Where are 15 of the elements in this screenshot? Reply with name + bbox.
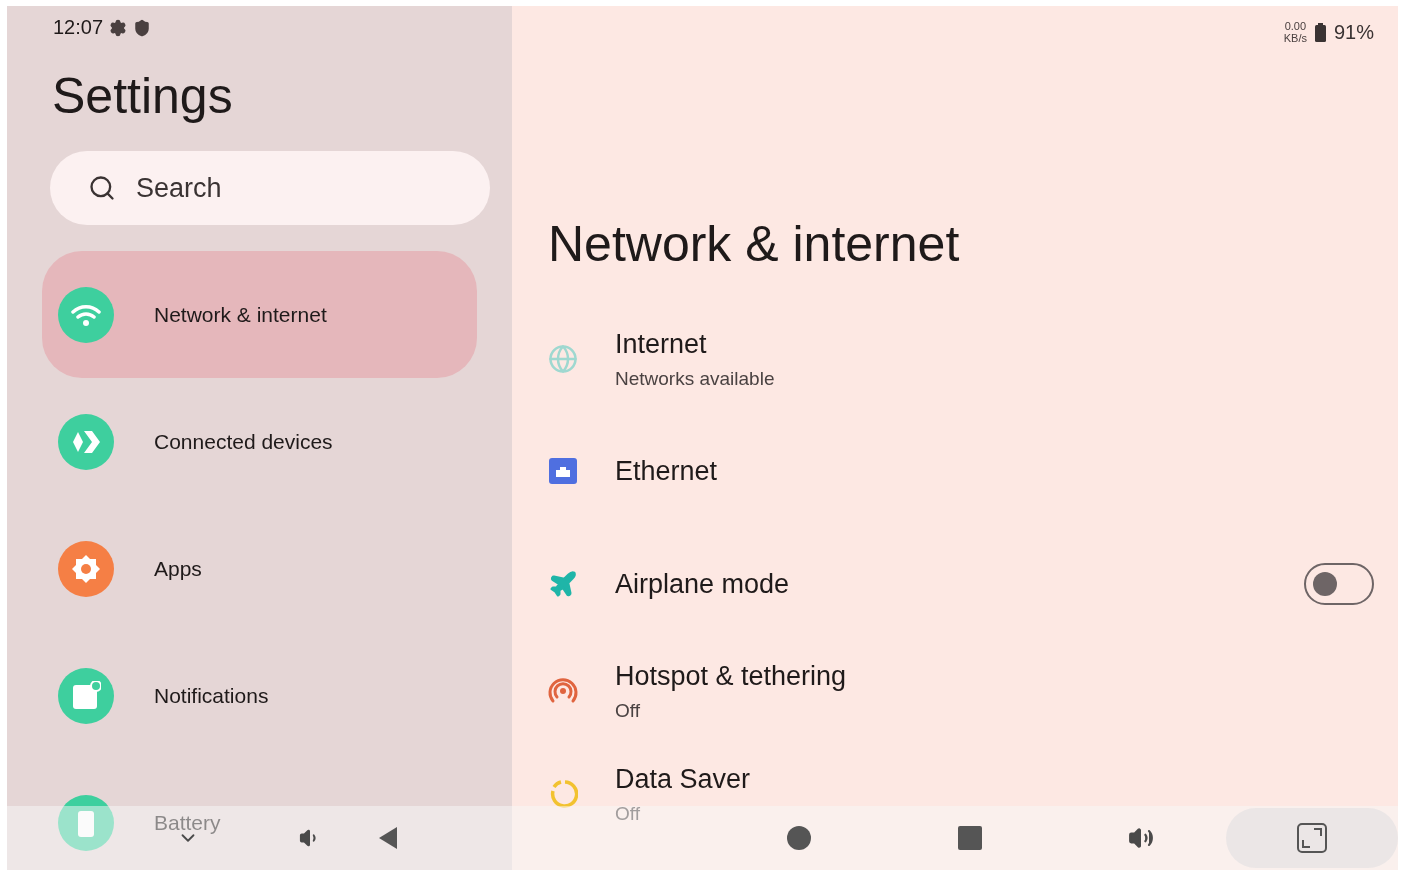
settings-row[interactable]: Airplane mode	[548, 527, 1374, 641]
settings-row[interactable]: Internet Networks available	[548, 303, 1374, 415]
network-speed: 0.00 KB/s	[1283, 20, 1307, 44]
settings-row[interactable]: Hotspot & tethering Off	[548, 641, 1374, 741]
clock-time: 12:07	[53, 16, 104, 39]
settings-row[interactable]: Ethernet	[548, 415, 1374, 527]
settings-title: Settings	[52, 67, 234, 125]
sidebar-item[interactable]: Notifications	[42, 632, 477, 759]
page-title: Network & internet	[548, 215, 961, 273]
search-field[interactable]: Search	[50, 151, 490, 225]
sidebar-item[interactable]: Network & internet	[42, 251, 477, 378]
battery-percent: 91%	[1333, 20, 1374, 44]
settings-row[interactable]: Data Saver Off	[548, 741, 1374, 847]
sidebar-item[interactable]: Apps	[42, 505, 477, 632]
sidebar-item[interactable]: Connected devices	[42, 378, 477, 505]
